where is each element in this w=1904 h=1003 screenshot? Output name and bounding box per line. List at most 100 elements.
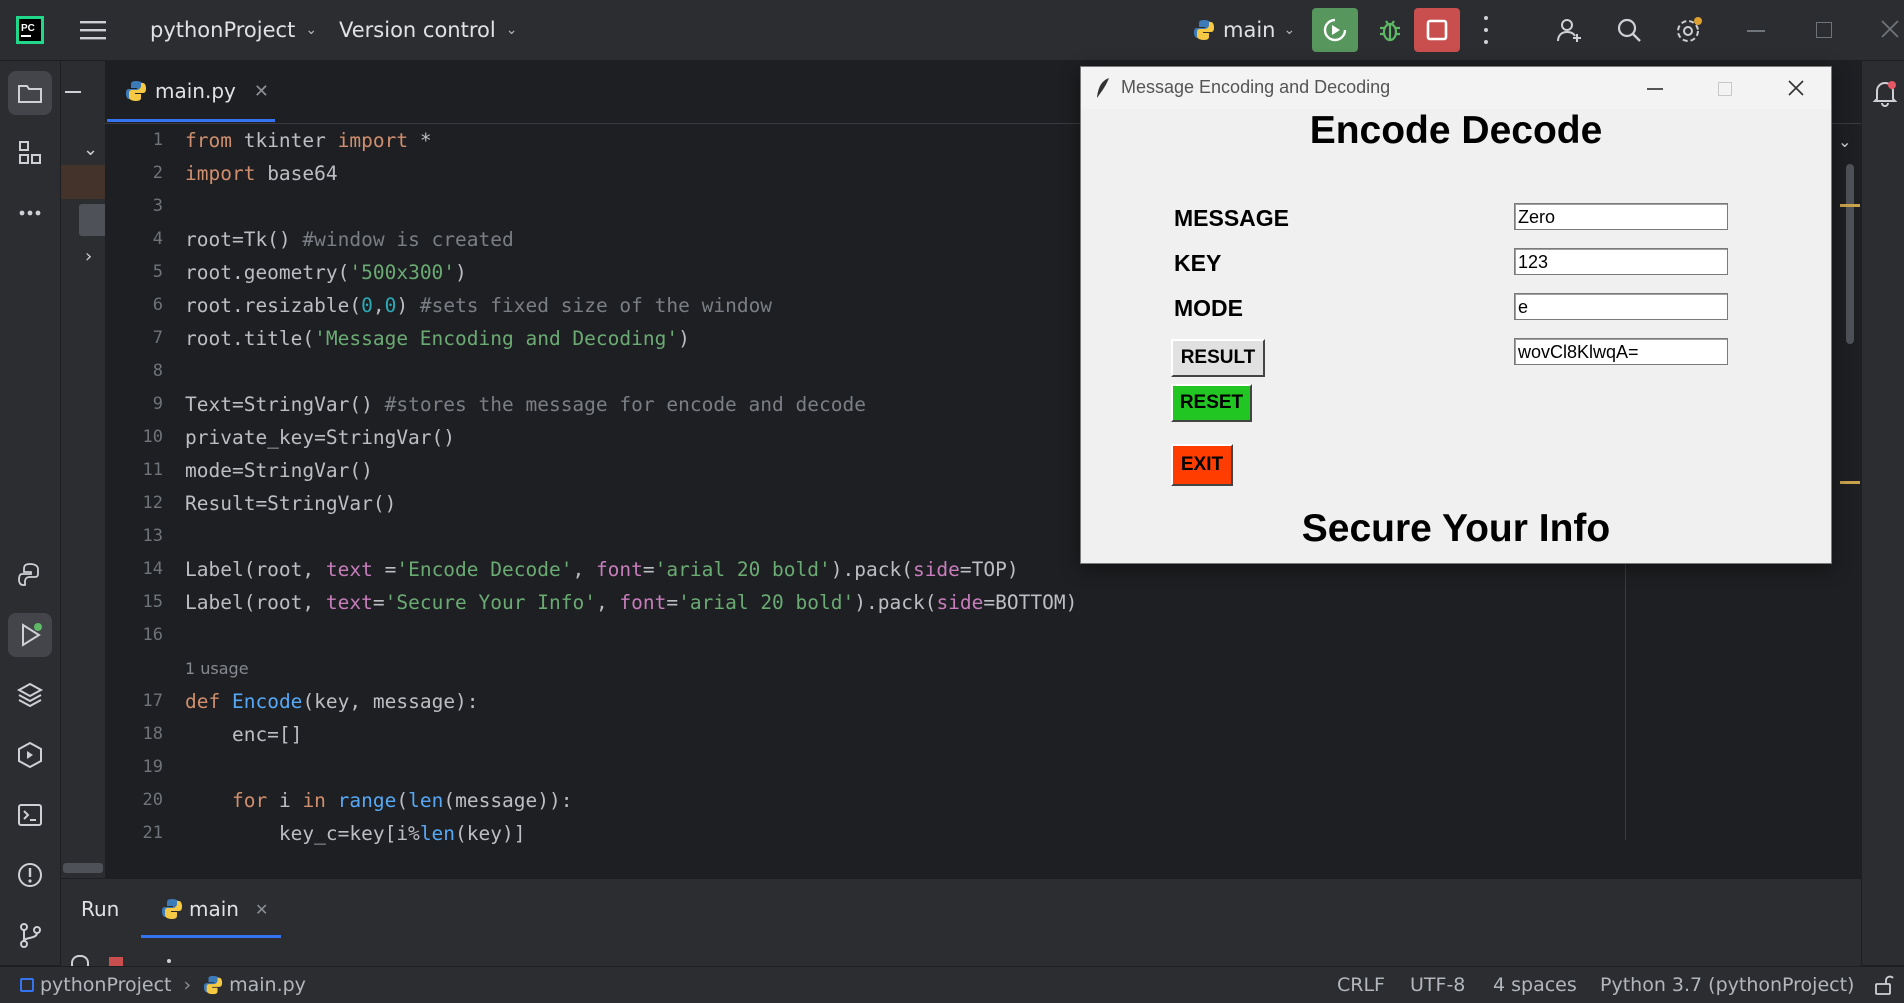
tk-heading: Encode Decode — [1309, 109, 1603, 152]
mode-input[interactable]: e — [1514, 293, 1728, 320]
stop-icon — [1426, 19, 1448, 41]
line-numbers: 1 2 3 4 5 6 7 8 9 10 11 12 13 14 15 16 17 18 19 20 21 — [105, 124, 163, 850]
run-panel: Run main ✕ — [61, 878, 1861, 968]
stop-icon[interactable] — [109, 957, 123, 966]
line-number: 2 — [152, 163, 163, 183]
tab-main-py[interactable]: main.py ✕ — [125, 61, 269, 121]
more-actions-icon[interactable] — [167, 959, 171, 963]
line-number: 16 — [142, 625, 163, 645]
window-minimize-icon[interactable] — [1747, 30, 1765, 32]
python-console-icon[interactable] — [8, 553, 52, 597]
chevron-down-icon[interactable]: ⌄ — [1838, 132, 1851, 151]
tk-title-bar[interactable]: Message Encoding and Decoding — [1081, 67, 1831, 109]
search-icon[interactable] — [1615, 16, 1643, 48]
rerun-button[interactable] — [1312, 8, 1358, 52]
window-close-icon[interactable] — [1880, 19, 1900, 43]
breadcrumb-project[interactable]: pythonProject — [40, 974, 171, 996]
result-button[interactable]: RESULT — [1171, 339, 1265, 377]
pycharm-logo: PC — [16, 0, 44, 60]
tk-minimize-icon[interactable] — [1647, 88, 1663, 90]
vcs-label: Version control — [339, 18, 496, 42]
stop-button[interactable] — [1414, 8, 1460, 52]
run-tab-title[interactable]: Run — [81, 897, 119, 921]
layers-tool-icon[interactable] — [8, 673, 52, 717]
chevron-right-icon[interactable]: › — [85, 246, 92, 267]
line-number: 6 — [152, 295, 163, 315]
exit-button[interactable]: EXIT — [1171, 444, 1233, 486]
chevron-down-icon: ⌄ — [305, 22, 318, 38]
warning-marker[interactable] — [1840, 204, 1860, 207]
encoding-widget[interactable]: UTF-8 — [1410, 967, 1465, 1003]
more-actions-icon[interactable] — [1476, 16, 1496, 44]
rerun-icon — [1323, 18, 1347, 42]
run-config-label: main — [1223, 18, 1276, 42]
structure-tool-icon[interactable] — [8, 131, 52, 175]
editor-scrollbar[interactable]: ⌄ — [1832, 124, 1861, 840]
line-number: 14 — [142, 559, 163, 579]
line-separator-widget[interactable]: CRLF — [1337, 967, 1385, 1003]
breadcrumb-file[interactable]: main.py — [229, 974, 306, 996]
tk-close-icon[interactable] — [1787, 79, 1805, 102]
message-input[interactable]: Zero — [1514, 203, 1728, 230]
close-tab-icon[interactable]: ✕ — [254, 81, 269, 102]
scroll-thumb[interactable] — [1846, 164, 1854, 344]
window-restore-icon[interactable] — [1816, 22, 1832, 38]
settings-icon[interactable] — [1674, 15, 1704, 49]
line-number: 8 — [152, 361, 163, 381]
problems-tool-icon[interactable] — [8, 853, 52, 897]
tk-maximize-icon[interactable] — [1718, 82, 1732, 96]
notifications-icon[interactable] — [1872, 79, 1898, 111]
tk-body: Encode Decode MESSAGE KEY MODE Zero 123 … — [1081, 109, 1831, 563]
tree-scroll-thumb[interactable] — [79, 204, 105, 236]
project-selector[interactable]: pythonProject ⌄ — [150, 0, 317, 60]
unlock-icon[interactable] — [1874, 967, 1894, 1003]
close-tab-icon[interactable]: ✕ — [255, 900, 268, 919]
tk-app-window: Message Encoding and Decoding Encode Dec… — [1080, 66, 1832, 564]
result-output[interactable]: wovCl8KlwqA= — [1514, 338, 1728, 365]
code-line: for i in range(len(message)): — [231, 789, 573, 812]
line-number: 20 — [142, 790, 163, 810]
horizontal-scroll-thumb[interactable] — [63, 863, 103, 873]
collapse-panel-icon[interactable] — [65, 91, 81, 93]
tk-window-title: Message Encoding and Decoding — [1121, 77, 1391, 97]
selected-tree-row[interactable] — [61, 165, 105, 199]
code-line: enc=[] — [185, 723, 303, 746]
usage-hint[interactable]: 1 usage — [185, 652, 1685, 685]
run-tool-icon[interactable] — [8, 613, 52, 657]
active-tab-underline — [107, 119, 275, 122]
active-tab-underline — [141, 935, 281, 938]
reset-button[interactable]: RESET — [1171, 384, 1252, 422]
key-input[interactable]: 123 — [1514, 248, 1728, 275]
add-user-icon[interactable] — [1555, 16, 1583, 48]
line-number: 10 — [142, 427, 163, 447]
main-menu-icon[interactable] — [80, 0, 106, 60]
line-number: 3 — [152, 196, 163, 216]
code-line: key_c=key[i%len(key)] — [185, 822, 526, 845]
chevron-down-icon[interactable]: ⌄ — [83, 139, 98, 160]
tk-feather-icon — [1095, 77, 1111, 104]
services-tool-icon[interactable] — [8, 733, 52, 777]
interpreter-widget[interactable]: Python 3.7 (pythonProject) — [1600, 967, 1854, 1003]
line-number: 9 — [152, 394, 163, 414]
warning-marker[interactable] — [1840, 481, 1860, 484]
project-tool-icon[interactable] — [8, 71, 52, 115]
title-bar: PC pythonProject ⌄ Version control ⌄ mai… — [0, 0, 1904, 61]
vcs-selector[interactable]: Version control ⌄ — [339, 0, 517, 60]
tab-main-run[interactable]: main ✕ — [161, 893, 268, 925]
line-number: 11 — [142, 460, 163, 480]
debug-button[interactable] — [1368, 8, 1412, 52]
git-tool-icon[interactable] — [8, 913, 52, 957]
indent-widget[interactable]: 4 spaces — [1493, 967, 1577, 1003]
left-toolbar — [0, 61, 61, 965]
mode-label: MODE — [1174, 295, 1243, 321]
line-number: 4 — [152, 229, 163, 249]
message-label: MESSAGE — [1174, 205, 1290, 231]
line-number: 21 — [142, 823, 163, 843]
chevron-right-icon: › — [183, 974, 192, 996]
terminal-tool-icon[interactable] — [8, 793, 52, 837]
code-line: def Encode(key, message): — [185, 690, 479, 713]
chevron-down-icon: ⌄ — [1283, 22, 1296, 38]
run-config-selector[interactable]: main ⌄ — [1193, 0, 1295, 60]
more-tools-icon[interactable] — [8, 191, 52, 235]
